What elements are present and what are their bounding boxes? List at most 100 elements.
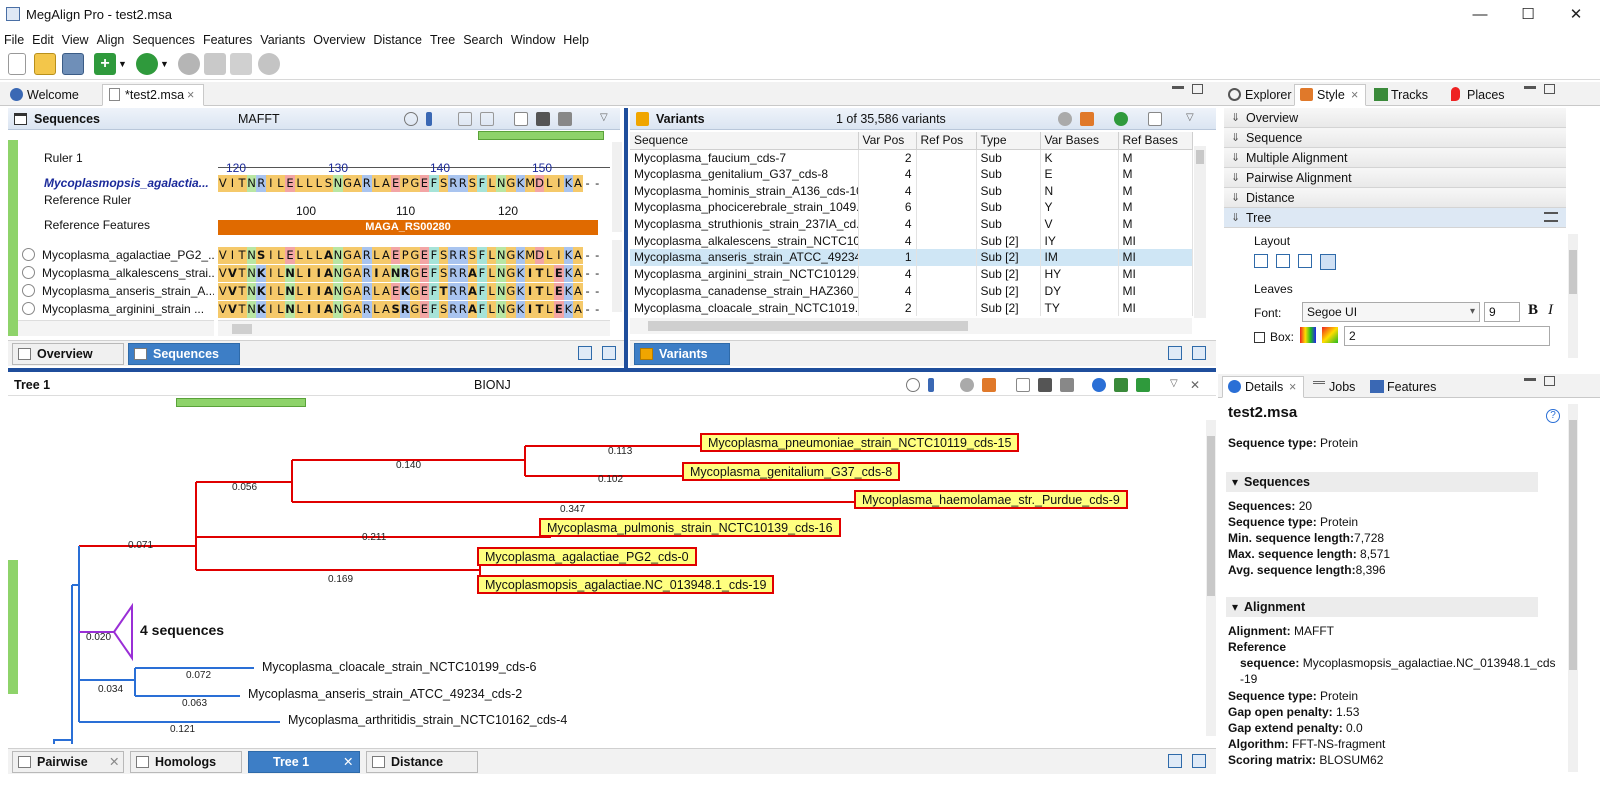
help-icon[interactable]: ? (1546, 409, 1560, 423)
menu-help[interactable]: Help (559, 30, 593, 50)
vscroll-thumb[interactable] (1196, 150, 1204, 164)
minimize-view-icon[interactable] (1524, 378, 1536, 381)
column-header[interactable]: Ref Bases (1118, 132, 1192, 149)
rectangular-layout-icon[interactable] (1254, 254, 1268, 268)
print-icon[interactable] (1060, 378, 1074, 392)
variants-vscroll[interactable] (1194, 146, 1206, 318)
tree-leaf[interactable]: Mycoplasma_cloacale_strain_NCTC10199_cds… (262, 660, 536, 674)
box-checkbox[interactable] (1254, 332, 1265, 343)
print-icon[interactable] (558, 112, 572, 126)
style-section-tree[interactable]: Tree (1224, 208, 1566, 228)
menu-search[interactable]: Search (459, 30, 507, 50)
tab-sequences[interactable]: Sequences (128, 343, 240, 365)
table-row[interactable]: Mycoplasma_genitalium_G37_cds-84SubEM (630, 166, 1192, 183)
minimize-view-icon[interactable]: ▽ (1170, 378, 1184, 392)
menu-icon[interactable] (1544, 212, 1558, 222)
run-icon[interactable] (136, 53, 158, 75)
chevron-down-icon[interactable]: ▽ (1186, 112, 1200, 126)
close-icon[interactable]: ✕ (1190, 378, 1204, 392)
tab-welcome[interactable]: Welcome (4, 84, 96, 106)
maximize-button[interactable]: ☐ (1508, 3, 1548, 27)
box-width-stepper[interactable]: 2 (1344, 326, 1550, 346)
style-section-overview[interactable]: Overview (1224, 108, 1566, 128)
image-icon[interactable] (536, 112, 550, 126)
table-row[interactable]: Mycoplasma_faucium_cds-72SubKM (630, 149, 1192, 166)
expand-icon[interactable] (480, 112, 494, 126)
menu-align[interactable]: Align (93, 30, 129, 50)
menu-edit[interactable]: Edit (28, 30, 58, 50)
column-header[interactable]: Type (976, 132, 1040, 149)
tree-leaf[interactable]: Mycoplasma_genitalium_G37_cds-8 (682, 462, 900, 481)
tree-view[interactable]: Mycoplasma_pneumoniae_strain_NCTC10119_c… (18, 410, 1208, 744)
new-document-icon[interactable] (8, 53, 26, 75)
sequence-row[interactable]: VVTNKILNLIIANGARLASRGEFSRRAFLNGKITLEKA-- (218, 301, 610, 318)
sequence-name-row[interactable]: Mycoplasma_anseris_strain_A... (22, 283, 214, 300)
search-icon[interactable] (404, 112, 418, 126)
minimize-view-icon[interactable] (1524, 86, 1536, 89)
sequence-name-row[interactable]: Mycoplasma_agalactiae_PG2_... (22, 247, 214, 264)
tab-distance[interactable]: Distance (366, 751, 478, 773)
table-row[interactable]: Mycoplasma_phocicerebrale_strain_1049...… (630, 199, 1192, 216)
export-icon[interactable] (514, 112, 528, 126)
run-icon[interactable] (1114, 112, 1128, 126)
tree-overview-thumb[interactable] (176, 398, 306, 407)
table-row[interactable]: Mycoplasma_struthionis_strain_237IA_cd..… (630, 216, 1192, 233)
menu-sequences[interactable]: Sequences (128, 30, 199, 50)
circular-layout-icon[interactable] (1320, 254, 1336, 270)
fit-view-icon[interactable] (1168, 346, 1182, 360)
tree-side-handle[interactable] (8, 560, 18, 694)
column-header[interactable]: Var Pos (858, 132, 916, 149)
reference-sequence-name[interactable]: Mycoplasmopsis_agalactia... (44, 175, 209, 192)
table-row[interactable]: Mycoplasma_canadense_strain_HAZ360_...4S… (630, 283, 1192, 300)
tree-leaf[interactable]: Mycoplasma_pulmonis_strain_NCTC10139_cds… (539, 518, 841, 537)
swap-icon[interactable] (204, 53, 226, 75)
minimize-view-icon[interactable] (1172, 86, 1184, 89)
minimize-button[interactable]: — (1460, 3, 1500, 27)
menu-distance[interactable]: Distance (369, 30, 426, 50)
hscroll-thumb[interactable] (232, 324, 252, 334)
table-row[interactable]: Mycoplasma_alkalescens_strain_NCTC10...4… (630, 232, 1192, 249)
expand-row-icon[interactable] (22, 302, 35, 315)
reference-sequence[interactable]: VITNRILELLLSNGARLAEPGEFSRRSFLNGKMDLIKA-- (218, 175, 610, 192)
chevron-down-icon[interactable]: ▼ (118, 53, 128, 75)
expand-row-icon[interactable] (22, 266, 35, 279)
variants-table[interactable]: Sequence Var Pos Ref Pos Type Var Bases … (630, 132, 1193, 316)
tab-pairwise[interactable]: Pairwise✕ (12, 751, 124, 773)
chevron-down-icon[interactable]: ▼ (160, 53, 170, 75)
add-icon[interactable] (1136, 378, 1150, 392)
vscroll-thumb[interactable] (1569, 250, 1577, 294)
tab-tracks[interactable]: Tracks (1368, 84, 1440, 106)
collapsed-clade-label[interactable]: 4 sequences (140, 622, 224, 638)
export-icon[interactable] (1016, 378, 1030, 392)
info-icon[interactable] (1092, 378, 1106, 392)
names-scrollbar[interactable] (18, 320, 214, 336)
table-row[interactable]: Mycoplasma_anseris_strain_ATCC_49234...1… (630, 249, 1192, 266)
sequence-name-row[interactable]: Mycoplasma_alkalescens_strai... (22, 265, 214, 282)
menu-variants[interactable]: Variants (256, 30, 309, 50)
variants-hscroll[interactable] (630, 318, 1192, 334)
image-icon[interactable] (1038, 378, 1052, 392)
alignment-vscroll-top[interactable] (612, 142, 622, 232)
vscroll-thumb[interactable] (1569, 420, 1577, 670)
style-section-distance[interactable]: Distance (1224, 188, 1566, 208)
tab-tree-1[interactable]: Tree 1✕ (248, 751, 360, 773)
table-row[interactable]: Mycoplasma_arginini_strain_NCTC10129...4… (630, 266, 1192, 283)
tab-jobs[interactable]: Jobs (1306, 376, 1362, 398)
maximize-view-icon[interactable] (1544, 84, 1555, 94)
close-icon[interactable]: ✕ (343, 752, 353, 772)
menu-file[interactable]: File (0, 30, 28, 50)
settings-icon[interactable] (960, 378, 974, 392)
slanted-layout-icon[interactable] (1276, 254, 1290, 268)
settings-icon[interactable] (1058, 112, 1072, 126)
hscroll-thumb[interactable] (648, 321, 968, 331)
chevron-down-icon[interactable]: ▽ (600, 112, 614, 126)
close-button[interactable]: ✕ (1556, 3, 1596, 27)
fit-view-icon[interactable] (1168, 754, 1182, 768)
close-icon[interactable]: ✕ (109, 752, 119, 772)
style-section-multiple-alignment[interactable]: Multiple Alignment (1224, 148, 1566, 168)
menu-view[interactable]: View (58, 30, 93, 50)
unrooted-layout-icon[interactable] (1298, 254, 1312, 268)
details-alignment-header[interactable]: Alignment (1226, 597, 1538, 617)
sequences-side-handle[interactable] (8, 140, 18, 336)
font-select[interactable]: Segoe UI▾ (1302, 302, 1480, 322)
